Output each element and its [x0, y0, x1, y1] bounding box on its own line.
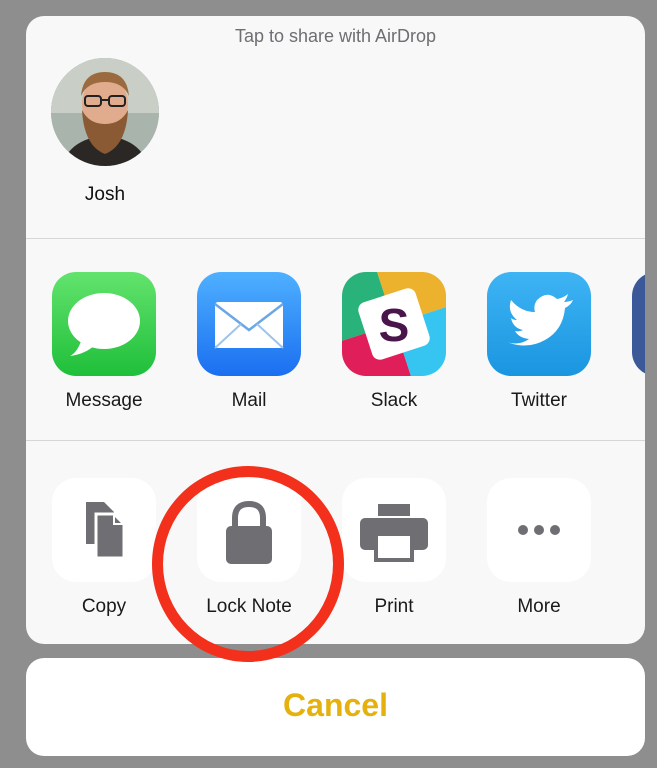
slack-logo-icon[interactable]: S [342, 272, 446, 376]
message-bubble-icon[interactable] [52, 272, 156, 376]
twitter-glyph [507, 294, 573, 346]
share-app-label: Twitter [511, 390, 567, 411]
printer-icon[interactable] [342, 478, 446, 582]
share-app-mail[interactable]: Mail [197, 272, 301, 412]
slack-glyph: S [342, 272, 446, 376]
share-sheet: Tap to share with AirDrop Josh Message M… [26, 16, 645, 644]
airdrop-contact-josh[interactable]: Josh [50, 58, 160, 206]
action-label: More [517, 596, 561, 617]
action-print[interactable]: Print [342, 478, 446, 618]
svg-text:S: S [379, 299, 410, 351]
avatar-photo [51, 58, 159, 166]
copy-icon[interactable] [52, 478, 156, 582]
lock-glyph [226, 500, 272, 564]
share-app-label: F [632, 390, 645, 412]
action-label: Print [374, 596, 414, 617]
lock-icon[interactable] [197, 478, 301, 582]
share-app-facebook[interactable]: F [632, 272, 645, 412]
more-dots-icon[interactable] [487, 478, 591, 582]
divider [26, 440, 645, 441]
action-label: Lock Note [206, 596, 292, 617]
facebook-icon[interactable] [632, 272, 645, 376]
avatar[interactable] [51, 58, 159, 166]
divider [26, 238, 645, 239]
envelope-glyph [214, 302, 284, 349]
twitter-bird-icon[interactable] [487, 272, 591, 376]
action-lock-note[interactable]: Lock Note [197, 478, 301, 618]
copy-glyph [86, 502, 126, 560]
action-label: Copy [81, 596, 127, 617]
message-glyph [68, 293, 140, 356]
share-app-twitter[interactable]: Twitter [487, 272, 591, 412]
cancel-label: Cancel [283, 687, 388, 723]
share-app-slack[interactable]: S Slack [342, 272, 446, 412]
cancel-button[interactable]: Cancel [26, 658, 645, 756]
share-app-label: Mail [231, 390, 267, 411]
printer-glyph [360, 504, 428, 562]
dots-glyph [518, 525, 560, 535]
action-more[interactable]: More [487, 478, 591, 618]
share-app-label: Message [65, 390, 143, 411]
envelope-icon[interactable] [197, 272, 301, 376]
airdrop-title: Tap to share with AirDrop [234, 26, 437, 46]
action-copy[interactable]: Copy [52, 478, 156, 618]
share-app-label: Slack [370, 390, 418, 411]
share-app-message[interactable]: Message [52, 272, 156, 412]
contact-name: Josh [84, 184, 126, 205]
